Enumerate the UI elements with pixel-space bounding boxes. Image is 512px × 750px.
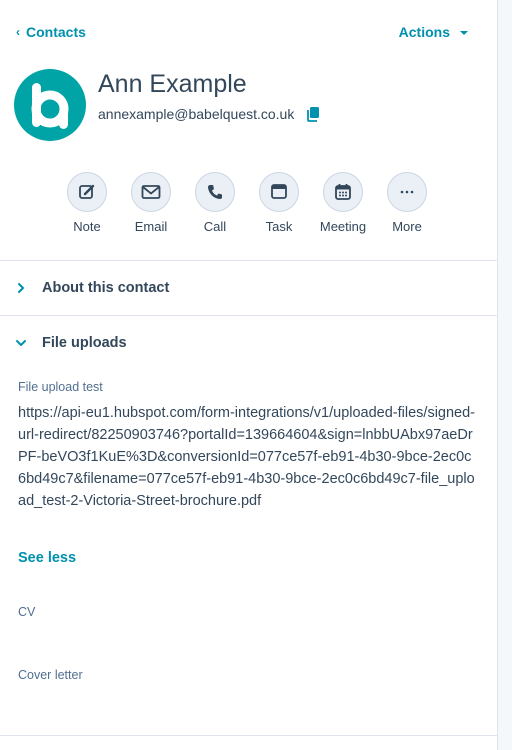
about-contact-section-title: About this contact [42,280,170,296]
task-icon [259,172,299,212]
cover-letter-label: Cover letter [18,668,83,682]
task-action-button[interactable]: Task [247,172,311,234]
contact-record-panel: ‹ Contacts Actions Ann Example annexampl… [0,0,498,750]
cv-label: CV [18,605,36,619]
see-less-link[interactable]: See less [18,550,76,566]
caret-down-icon [460,30,468,35]
note-action-button[interactable]: Note [55,172,119,234]
contact-email-row: annexample@babelquest.co.uk [98,106,320,122]
envelope-icon [131,172,171,212]
back-to-contacts-link[interactable]: ‹ Contacts [16,24,86,40]
meeting-action-label: Meeting [319,219,367,234]
more-action-button[interactable]: More [375,172,439,234]
call-action-label: Call [203,219,227,234]
phone-icon [195,172,235,212]
copy-icon[interactable] [306,106,320,122]
email-action-button[interactable]: Email [119,172,183,234]
contact-name: Ann Example [98,70,247,98]
task-action-label: Task [265,219,293,234]
actions-dropdown[interactable]: Actions [399,24,468,40]
contact-email[interactable]: annexample@babelquest.co.uk [98,106,294,122]
chevron-right-icon [0,282,42,294]
file-upload-test-value[interactable]: https://api-eu1.hubspot.com/form-integra… [18,402,478,512]
more-action-label: More [392,219,422,234]
actions-label: Actions [398,24,450,40]
company-logo-icon [31,83,69,129]
calendar-icon [323,172,363,212]
divider [0,735,497,736]
chevron-down-icon [0,338,42,348]
back-link-label: Contacts [26,24,86,40]
chevron-left-icon: ‹ [16,25,20,39]
avatar [14,69,86,141]
meeting-action-button[interactable]: Meeting [311,172,375,234]
call-action-button[interactable]: Call [183,172,247,234]
quick-actions-row: Note Email Call Task Meeting More [55,172,439,234]
email-action-label: Email [134,219,168,234]
pencil-note-icon [67,172,107,212]
file-upload-test-label: File upload test [18,380,103,394]
scrollbar-track[interactable] [498,0,512,750]
file-uploads-section-toggle[interactable]: File uploads [0,316,497,370]
record-header: ‹ Contacts Actions [0,0,497,64]
ellipsis-icon [387,172,427,212]
about-contact-section-toggle[interactable]: About this contact [0,261,497,315]
note-action-label: Note [73,219,101,234]
file-upload-url[interactable]: https://api-eu1.hubspot.com/form-integra… [18,405,475,509]
file-uploads-section-title: File uploads [42,335,127,351]
